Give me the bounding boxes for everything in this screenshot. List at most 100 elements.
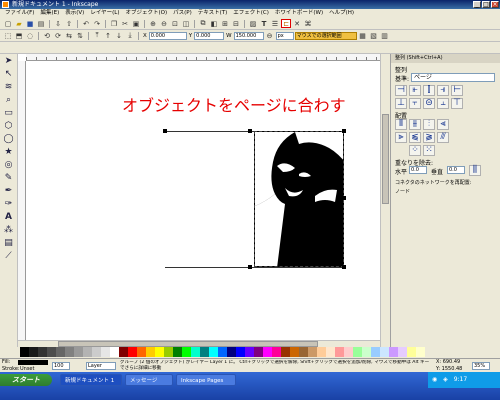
zoom-fit-icon[interactable]: ⊡ <box>170 19 180 28</box>
palette-swatch[interactable] <box>272 347 281 357</box>
menu-help[interactable]: ヘルプ(H) <box>326 9 357 18</box>
node-tool-icon[interactable]: ↖ <box>2 69 15 80</box>
minimize-button[interactable]: _ <box>473 1 481 8</box>
preferences-icon[interactable]: ✕ <box>292 19 302 28</box>
palette-swatch[interactable] <box>389 347 398 357</box>
menu-path[interactable]: パス(P) <box>170 9 195 18</box>
tray-icon[interactable]: ◉ <box>432 376 437 383</box>
lock-icon[interactable]: ⊖ <box>265 31 275 40</box>
spiral-tool-icon[interactable]: ◎ <box>2 160 15 171</box>
palette-swatch[interactable] <box>101 347 110 357</box>
relative-to-select[interactable]: ページ <box>411 73 495 82</box>
palette-swatch[interactable] <box>128 347 137 357</box>
palette-swatch[interactable] <box>65 347 74 357</box>
align-top-icon[interactable]: ⫟ <box>409 98 421 109</box>
ungroup-icon[interactable]: ⊟ <box>231 19 241 28</box>
menu-effects[interactable]: エフェクト(C) <box>230 9 272 18</box>
print-icon[interactable]: ▤ <box>36 19 46 28</box>
calligraphy-tool-icon[interactable]: ✑ <box>2 199 15 210</box>
align-left-edge-icon[interactable]: ⊣ <box>395 85 407 96</box>
align-top-edge-icon[interactable]: ⊤ <box>451 98 463 109</box>
palette-swatch[interactable] <box>56 347 65 357</box>
palette-swatch[interactable] <box>200 347 209 357</box>
select-mode-field[interactable]: マウスでの選択範囲 <box>294 31 357 40</box>
selection-handle[interactable] <box>248 265 252 269</box>
export-icon[interactable]: ⇧ <box>64 19 74 28</box>
raise-icon[interactable]: ↑ <box>103 31 113 40</box>
open-icon[interactable]: ▰ <box>14 19 24 28</box>
menu-object[interactable]: オブジェクト(O) <box>123 9 171 18</box>
flip-h-icon[interactable]: ⇆ <box>64 31 74 40</box>
distribute-right-icon[interactable]: ⫶ <box>423 119 435 130</box>
selection-handle[interactable] <box>342 196 346 200</box>
palette-swatch[interactable] <box>236 347 245 357</box>
distribute-center-v-icon[interactable]: ⫹ <box>409 132 421 143</box>
v-gap-field[interactable]: 0.0 <box>447 166 465 174</box>
palette-swatch[interactable] <box>182 347 191 357</box>
selection-handle[interactable] <box>163 129 167 133</box>
distribute-gap-v-icon[interactable]: ⫻ <box>437 132 449 143</box>
palette-swatch[interactable] <box>110 347 119 357</box>
distribute-bottom-icon[interactable]: ⫺ <box>423 132 435 143</box>
palette-swatch[interactable] <box>209 347 218 357</box>
units-select[interactable]: px <box>275 31 294 40</box>
pen-tool-icon[interactable]: ✒ <box>2 186 15 197</box>
fill-stroke-icon[interactable]: ▨ <box>248 19 258 28</box>
menu-text[interactable]: テキスト(T) <box>195 9 231 18</box>
vertical-scroll-thumb[interactable] <box>382 114 389 204</box>
randomize-icon[interactable]: ⁘ <box>409 145 421 156</box>
selection-handle[interactable] <box>342 129 346 133</box>
paste-icon[interactable]: ▣ <box>131 19 141 28</box>
selection-handle[interactable] <box>342 265 346 269</box>
cut-icon[interactable]: ✂ <box>120 19 130 28</box>
dropper-tool-icon[interactable]: ⟋ <box>2 251 15 262</box>
flip-v-icon[interactable]: ⇅ <box>75 31 85 40</box>
palette-swatch[interactable] <box>335 347 344 357</box>
palette-swatch[interactable] <box>137 347 146 357</box>
task-messages[interactable]: メッセージ <box>125 374 173 386</box>
palette-swatch[interactable] <box>281 347 290 357</box>
distribute-top-icon[interactable]: ⫸ <box>395 132 407 143</box>
rotate-cw-icon[interactable]: ⟳ <box>53 31 63 40</box>
duplicate-icon[interactable]: ⧉ <box>198 19 208 28</box>
palette-swatch[interactable] <box>317 347 326 357</box>
text-tool-icon[interactable]: A <box>2 212 15 223</box>
h-gap-field[interactable]: 0.0 <box>409 166 427 174</box>
new-icon[interactable]: ▢ <box>3 19 13 28</box>
palette-swatch[interactable] <box>119 347 128 357</box>
transform-stroke-icon[interactable]: ▦ <box>358 31 368 40</box>
copy-icon[interactable]: ❐ <box>109 19 119 28</box>
zoom-page-icon[interactable]: ◫ <box>181 19 191 28</box>
palette-swatch[interactable] <box>146 347 155 357</box>
menu-whiteboard[interactable]: ホワイトボード(W) <box>272 9 326 18</box>
menu-view[interactable]: 表示(V) <box>62 9 87 18</box>
align-bottom-edge-icon[interactable]: ⊥ <box>395 98 407 109</box>
zoom-field[interactable]: 35% <box>472 362 490 370</box>
rotate-ccw-icon[interactable]: ⟲ <box>42 31 52 40</box>
palette-swatch[interactable] <box>20 347 29 357</box>
align-center-h-icon[interactable]: ⫿ <box>423 85 435 96</box>
y-field[interactable]: 0.000 <box>194 31 225 40</box>
palette-swatch[interactable] <box>326 347 335 357</box>
undo-icon[interactable]: ↶ <box>81 19 91 28</box>
palette-swatch[interactable] <box>353 347 362 357</box>
redo-icon[interactable]: ↷ <box>92 19 102 28</box>
menu-edit[interactable]: 編集(E) <box>37 9 62 18</box>
palette-swatch[interactable] <box>173 347 182 357</box>
zoom-out-icon[interactable]: ⊖ <box>159 19 169 28</box>
task-inkscape[interactable]: 新規ドキュメント 1 <box>60 374 122 386</box>
palette-swatch[interactable] <box>290 347 299 357</box>
palette-swatch[interactable] <box>227 347 236 357</box>
x-field[interactable]: 0.000 <box>148 31 187 40</box>
rect-tool-icon[interactable]: ▭ <box>2 108 15 119</box>
vertical-scrollbar[interactable] <box>380 54 390 347</box>
start-button[interactable]: スタート <box>0 374 52 386</box>
palette-swatch[interactable] <box>308 347 317 357</box>
palette-swatch[interactable] <box>38 347 47 357</box>
deselect-icon[interactable]: ◌ <box>25 31 35 40</box>
photo-object[interactable] <box>254 131 344 267</box>
palette-swatch[interactable] <box>398 347 407 357</box>
menu-layer[interactable]: レイヤー(L) <box>87 9 122 18</box>
palette-swatch[interactable] <box>218 347 227 357</box>
select-all-layers-icon[interactable]: ⬒ <box>14 31 24 40</box>
